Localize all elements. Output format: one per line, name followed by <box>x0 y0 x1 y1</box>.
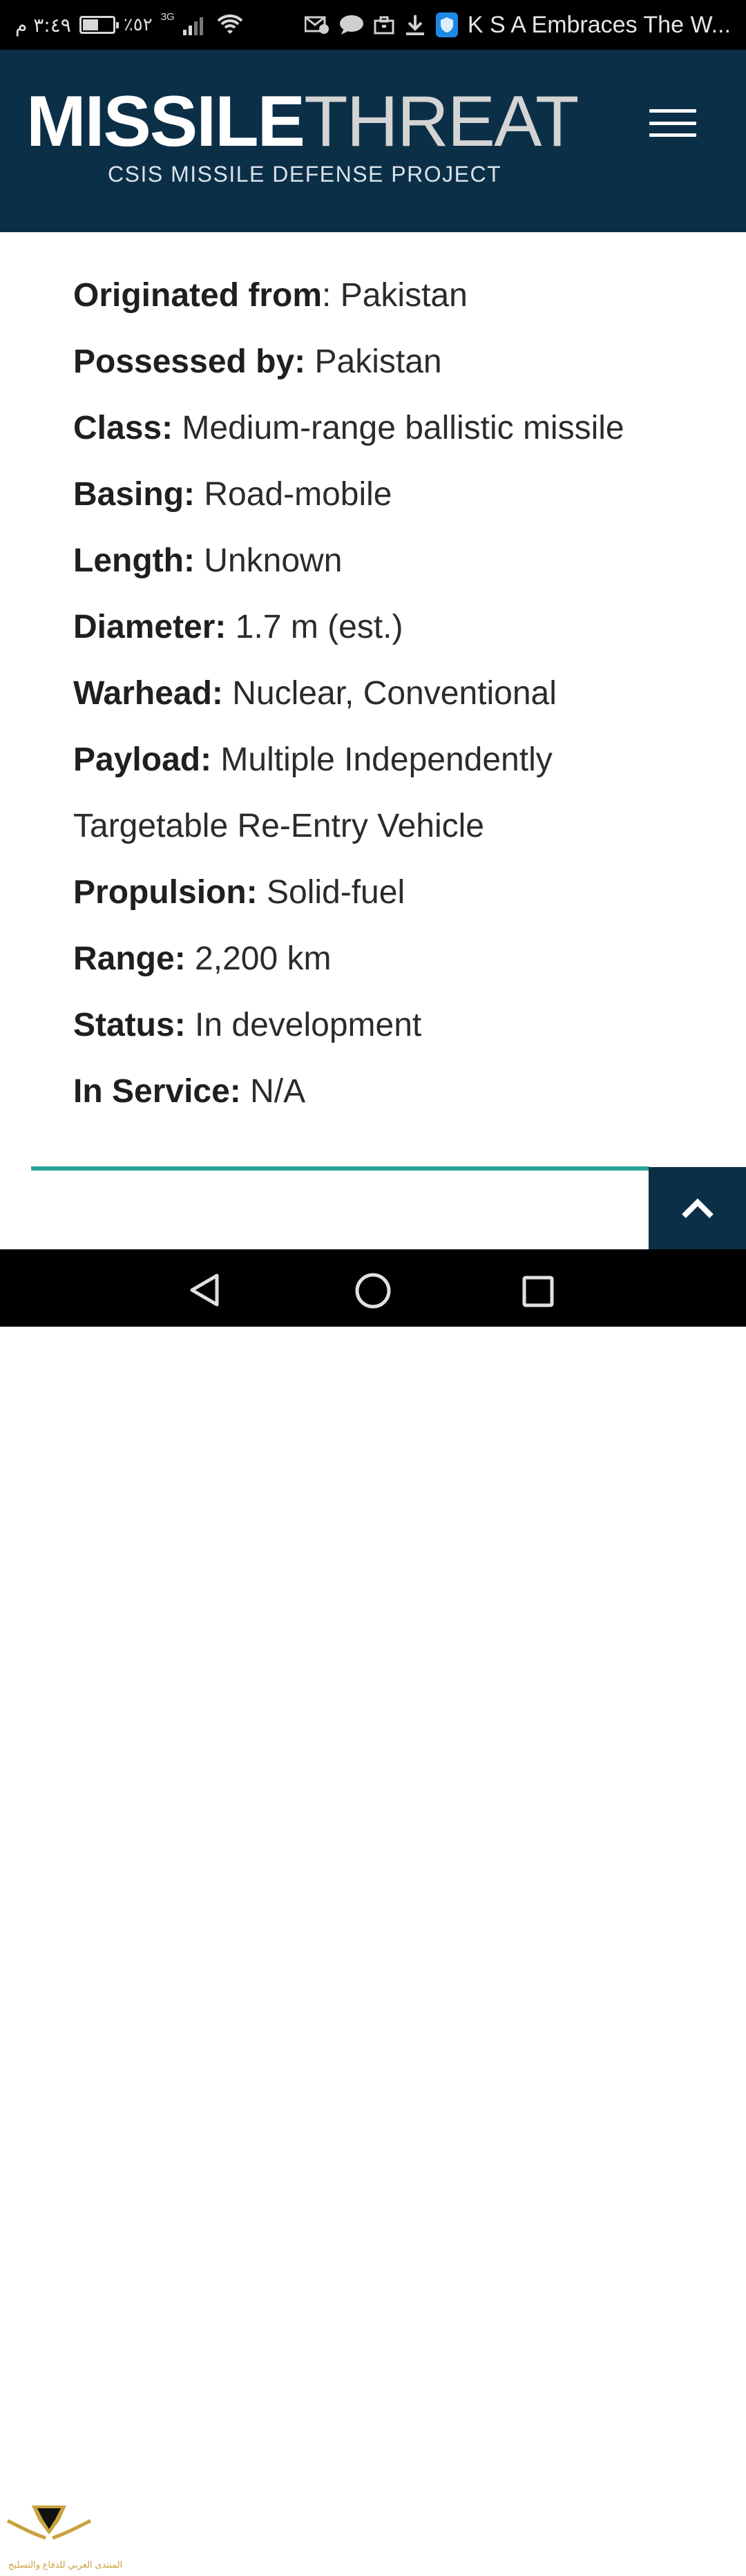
spec-row: Length: Unknown <box>73 528 695 594</box>
spec-row: Originated from: Pakistan <box>73 263 695 329</box>
square-recents-icon <box>522 1276 554 1307</box>
watermark-text: المنتدى العربي للدفاع والتسليح <box>8 2559 123 2570</box>
menu-bar <box>649 121 696 125</box>
spec-separator <box>195 476 204 513</box>
spec-value: In development <box>195 1007 422 1043</box>
spec-value: Solid-fuel <box>267 874 405 911</box>
spec-row: Range: 2,200 km <box>73 926 695 992</box>
spec-label: Length: <box>73 542 195 579</box>
network-type: 3G <box>160 10 175 23</box>
spec-label: Class: <box>73 410 173 446</box>
site-logo[interactable]: MISSILETHREAT <box>26 86 579 158</box>
spec-separator <box>241 1073 250 1110</box>
spec-label: Warhead: <box>73 675 223 712</box>
spec-row: Diameter: 1.7 m (est.) <box>73 594 695 661</box>
clock: ٣:٤٩ م <box>15 13 71 37</box>
spec-label: Basing: <box>73 476 195 513</box>
spec-label: Status: <box>73 1007 186 1043</box>
spec-row: Payload: Multiple Independently Targetab… <box>73 727 695 860</box>
site-header: MISSILETHREAT CSIS MISSILE DEFENSE PROJE… <box>0 50 746 232</box>
back-to-top-button[interactable] <box>649 1167 746 1249</box>
nav-back-button[interactable] <box>188 1273 221 1311</box>
spec-separator <box>211 741 220 778</box>
spec-label: Originated from <box>73 277 323 314</box>
nav-home-button[interactable] <box>355 1273 391 1312</box>
spec-separator <box>223 675 232 712</box>
chevron-up-icon <box>681 1197 714 1218</box>
spec-row: Possessed by: Pakistan <box>73 329 695 395</box>
wifi-icon <box>216 15 244 35</box>
spec-row: Warhead: Nuclear, Conventional <box>73 661 695 727</box>
menu-bar <box>649 133 696 137</box>
spec-label: Propulsion: <box>73 874 258 911</box>
triangle-back-icon <box>190 1273 219 1307</box>
spec-value: 1.7 m (est.) <box>235 609 403 645</box>
spec-separator <box>305 343 314 380</box>
spec-label: In Service: <box>73 1073 241 1110</box>
spec-value: N/A <box>250 1073 306 1110</box>
spec-value: Unknown <box>204 542 343 579</box>
spec-row: Status: In development <box>73 992 695 1059</box>
spec-separator <box>173 410 182 446</box>
signal-icon <box>182 15 208 35</box>
logo-bold-text: MISSILE <box>26 82 305 162</box>
nav-recents-button[interactable] <box>522 1276 554 1311</box>
watermark-logo: المنتدى العربي للدفاع والتسليح <box>4 2500 122 2576</box>
status-bar: ٣:٤٩ م ٪٥٢ 3G K S A Embraces The W... <box>0 0 746 50</box>
spec-separator <box>226 609 235 645</box>
circle-home-icon <box>355 1273 391 1309</box>
battery-level <box>82 19 98 30</box>
battery-percent: ٪٥٢ <box>123 15 153 35</box>
system-nav-bar: المنتدى العربي للدفاع والتسليح <box>0 1249 746 2570</box>
spec-value: Pakistan <box>340 277 468 314</box>
menu-bar <box>649 109 696 113</box>
spec-value: Nuclear, Conventional <box>232 675 557 712</box>
missile-spec-list: Originated from: Pakistan Possessed by: P… <box>73 263 695 1125</box>
status-bar-left: ٣:٤٩ م ٪٥٢ 3G <box>15 0 244 50</box>
spec-separator: : <box>322 277 341 314</box>
spec-label: Range: <box>73 940 186 977</box>
spec-value: Road-mobile <box>204 476 392 513</box>
chat-bubble-icon <box>339 15 364 35</box>
spec-separator <box>186 940 195 977</box>
spec-row: Basing: Road-mobile <box>73 462 695 528</box>
notification-title: K S A Embraces The W... <box>467 11 731 38</box>
spec-separator <box>186 1007 195 1043</box>
spec-label: Possessed by: <box>73 343 306 380</box>
spec-row: Propulsion: Solid-fuel <box>73 860 695 926</box>
logo-light-text: THREAT <box>304 82 579 162</box>
mail-settings-icon <box>304 15 329 35</box>
spec-label: Diameter: <box>73 609 227 645</box>
spec-value: 2,200 km <box>195 940 332 977</box>
spec-value: Pakistan <box>314 343 442 380</box>
spec-separator <box>258 874 267 911</box>
shield-icon <box>435 12 458 37</box>
section-divider <box>31 1166 649 1171</box>
spec-row: Class: Medium-range ballistic missile <box>73 395 695 462</box>
spec-label: Payload: <box>73 741 212 778</box>
spec-separator <box>195 542 204 579</box>
battery-icon <box>79 16 119 34</box>
briefcase-icon <box>374 15 394 35</box>
status-bar-right: K S A Embraces The W... <box>304 0 731 50</box>
site-tagline: CSIS MISSILE DEFENSE PROJECT <box>108 162 502 187</box>
download-icon <box>404 14 426 36</box>
spec-row: In Service: N/A <box>73 1059 695 1125</box>
hamburger-menu-icon[interactable] <box>649 105 696 141</box>
spec-value: Medium-range ballistic missile <box>182 410 624 446</box>
